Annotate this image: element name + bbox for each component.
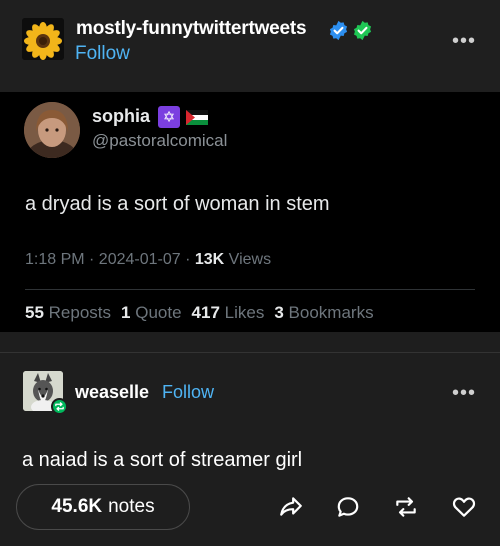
reblog-badge-icon xyxy=(51,398,68,415)
more-options-icon[interactable]: ••• xyxy=(452,30,476,53)
notes-button[interactable]: 45.6K notes xyxy=(16,484,190,530)
tweet-text: a dryad is a sort of woman in stem xyxy=(25,193,330,215)
reblog-icon[interactable] xyxy=(392,493,420,521)
like-icon[interactable] xyxy=(450,493,478,521)
tweet-timestamp: 1:18 PM · 2024-01-07 · xyxy=(25,251,195,268)
tweet-stat-bookmarks: 3 Bookmarks xyxy=(274,303,374,322)
tweet-display-name: sophia xyxy=(92,106,151,126)
star-of-david-icon: ✡ xyxy=(158,106,180,128)
tweet-views-label: Views xyxy=(224,251,272,268)
tweet-stat-quotes: 1 Quote xyxy=(121,303,182,322)
palestine-flag-icon xyxy=(186,109,208,125)
sunflower-avatar[interactable] xyxy=(22,18,64,60)
notes-label: notes xyxy=(108,496,155,517)
tweet-stats: 55 Reposts 1 Quote 417 Likes 3 Bookmarks xyxy=(25,303,374,323)
reply-icon[interactable] xyxy=(334,493,362,521)
verified-blue-badge-icon xyxy=(328,20,349,41)
tweet-name-emojis: ✡ xyxy=(158,106,208,128)
follow-button[interactable]: Follow xyxy=(75,43,130,65)
tweet-divider xyxy=(25,289,475,290)
reblogger-follow-button[interactable]: Follow xyxy=(162,382,214,403)
verified-green-badge-icon xyxy=(352,20,373,41)
tweet-handle: @pastoralcomical xyxy=(92,131,228,150)
reblog-divider xyxy=(0,352,500,353)
tweet-meta: 1:18 PM · 2024-01-07 · 13K Views xyxy=(25,251,271,269)
badges xyxy=(328,20,373,41)
blog-name[interactable]: mostly-funnytwittertweets xyxy=(76,18,307,40)
tweet-stat-reposts: 55 Reposts xyxy=(25,303,112,322)
tweet-avatar xyxy=(24,102,80,158)
tweet-screenshot: sophia ✡ @pastoralcomical a dryad is a s… xyxy=(0,92,500,332)
tweet-views-count: 13K xyxy=(194,251,225,268)
reblog-more-options-icon[interactable]: ••• xyxy=(452,382,476,405)
post-header: mostly-funnytwittertweets Follow ••• xyxy=(0,0,500,92)
tweet-stat-likes: 417 Likes xyxy=(191,303,265,322)
share-icon[interactable] xyxy=(277,493,305,521)
reblog-text: a naiad is a sort of streamer girl xyxy=(22,449,303,471)
notes-count: 45.6K xyxy=(51,496,103,517)
reblogger-name[interactable]: weaselle xyxy=(75,382,149,403)
